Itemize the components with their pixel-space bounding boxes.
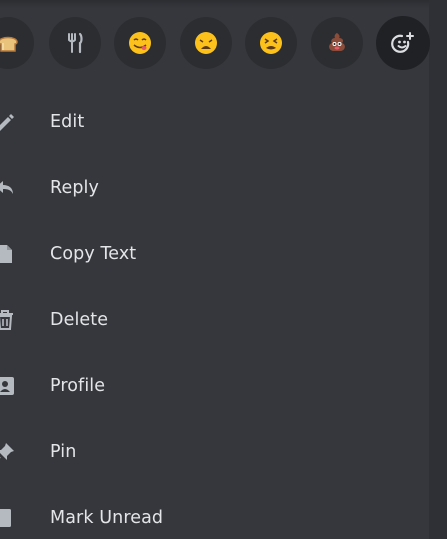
menu-item-label: Mark Unread (50, 508, 164, 528)
trash-icon (0, 309, 16, 331)
pencil-icon (0, 111, 16, 133)
menu-item-reply[interactable]: Reply (0, 155, 447, 221)
reaction-bread-button[interactable] (0, 17, 34, 69)
menu-item-copy-text[interactable]: Copy Text (0, 221, 447, 287)
tired-face-emoji-icon (260, 32, 282, 54)
add-reaction-icon (391, 32, 414, 53)
menu-item-label: Edit (50, 112, 85, 132)
reaction-poo-button[interactable] (311, 17, 363, 69)
id-card-icon (0, 375, 16, 397)
reaction-yum-button[interactable] (114, 17, 166, 69)
pile-of-poo-emoji-icon (329, 33, 345, 51)
copy-document-icon (0, 243, 16, 265)
pin-icon (0, 441, 16, 463)
message-actions-sheet: Edit Reply Copy Text Delete Profile Pin … (0, 0, 447, 539)
menu-item-delete[interactable]: Delete (0, 287, 447, 353)
quick-reactions-row (0, 16, 447, 73)
add-reaction-button[interactable] (376, 16, 430, 70)
menu-item-mark-unread[interactable]: Mark Unread (0, 485, 447, 539)
unread-flag-icon (0, 507, 16, 529)
menu-item-label: Pin (50, 442, 77, 462)
menu-item-label: Copy Text (50, 244, 137, 264)
top-fade (0, 0, 447, 8)
menu-item-profile[interactable]: Profile (0, 353, 447, 419)
reaction-fork-knife-button[interactable] (49, 17, 101, 69)
menu-item-pin[interactable]: Pin (0, 419, 447, 485)
reaction-tired-button[interactable] (245, 17, 297, 69)
bread-icon (0, 36, 18, 52)
message-actions-menu: Edit Reply Copy Text Delete Profile Pin … (0, 89, 447, 539)
menu-item-label: Profile (50, 376, 106, 396)
menu-item-label: Delete (50, 310, 109, 330)
menu-item-edit[interactable]: Edit (0, 89, 447, 155)
reaction-weary-button[interactable] (180, 17, 232, 69)
face-savoring-food-emoji-icon (129, 32, 151, 54)
weary-face-emoji-icon (195, 32, 217, 54)
menu-item-label: Reply (50, 178, 99, 198)
reply-arrow-icon (0, 177, 16, 199)
fork-and-knife-icon (68, 32, 83, 54)
